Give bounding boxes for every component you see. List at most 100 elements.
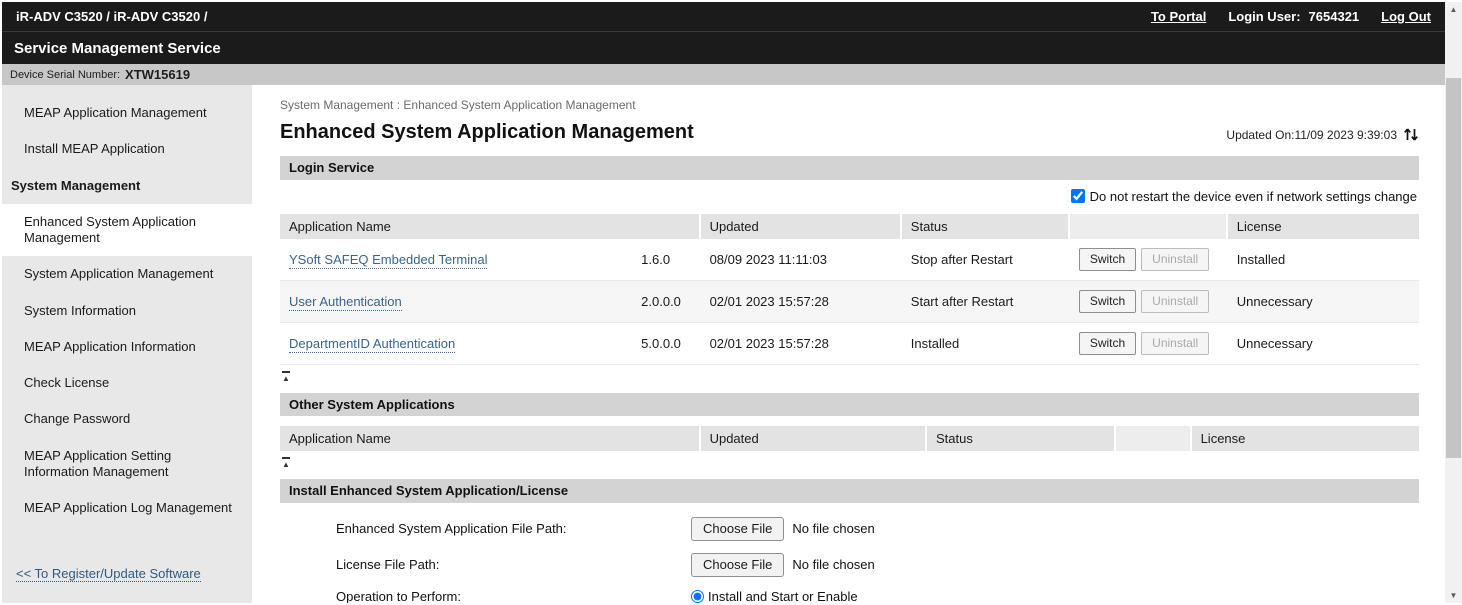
logout-link[interactable]: Log Out [1381, 9, 1431, 24]
choose-file-button[interactable]: Choose File [691, 517, 784, 541]
refresh-icon[interactable] [1403, 127, 1419, 142]
sidebar-item-check-license[interactable]: Check License [2, 365, 252, 401]
install-and-start-label: Install and Start or Enable [708, 589, 858, 603]
column-header-status: Status [927, 426, 1116, 451]
no-file-chosen-text: No file chosen [792, 557, 874, 572]
uninstall-button[interactable]: Uninstall [1141, 332, 1209, 355]
sidebar-item-install-meap-application[interactable]: Install MEAP Application [2, 131, 252, 167]
no-restart-checkbox-label: Do not restart the device even if networ… [1090, 189, 1417, 204]
license-file-path-row: License File Path: Choose File No file c… [336, 553, 1419, 577]
login-service-table-header: Application Name Updated Status License [280, 214, 1419, 239]
service-title: Service Management Service [14, 40, 221, 57]
license-file-path-label: License File Path: [336, 557, 691, 572]
operation-radio-group: Install and Start or Enable Only Install [691, 589, 858, 603]
sidebar-item-meap-application-management[interactable]: MEAP Application Management [2, 95, 252, 131]
updated-on-wrap: Updated On:11/09 2023 9:39:03 [1226, 127, 1419, 144]
app-status: Start after Restart [902, 281, 1070, 323]
column-header-updated: Updated [701, 426, 927, 451]
install-and-start-radio[interactable] [691, 590, 704, 603]
other-apps-table-header: Application Name Updated Status License [280, 426, 1419, 451]
column-header-license: License [1192, 426, 1419, 451]
scrollbar-thumb[interactable] [1446, 78, 1461, 458]
app-updated: 02/01 2023 15:57:28 [701, 323, 902, 365]
login-service-section-header: Login Service [280, 156, 1419, 180]
operation-option-install-start: Install and Start or Enable [691, 589, 858, 603]
login-user-label: Login User: [1228, 9, 1300, 24]
column-header-actions [1116, 426, 1191, 451]
app-link-user-authentication[interactable]: User Authentication [289, 294, 402, 311]
sidebar-item-change-password[interactable]: Change Password [2, 401, 252, 437]
layout: MEAP Application Management Install MEAP… [2, 85, 1445, 603]
sidebar: MEAP Application Management Install MEAP… [2, 85, 252, 603]
app-file-input: Choose File No file chosen [691, 517, 875, 541]
app-link-departmentid-authentication[interactable]: DepartmentID Authentication [289, 336, 455, 353]
app-updated: 08/09 2023 11:11:03 [701, 239, 902, 281]
no-restart-checkbox[interactable] [1071, 189, 1085, 203]
serial-label: Device Serial Number: [10, 69, 120, 81]
app-version: 5.0.0.0 [632, 323, 700, 365]
device-path: iR-ADV C3520 / iR-ADV C3520 / [16, 9, 207, 24]
register-update-software-row: << To Register/Update Software [2, 556, 252, 591]
license-file-input: Choose File No file chosen [691, 553, 875, 577]
column-header-updated: Updated [701, 214, 902, 239]
install-form: Enhanced System Application File Path: C… [280, 503, 1419, 603]
login-user: Login User: 7654321 [1228, 9, 1359, 24]
uninstall-button[interactable]: Uninstall [1141, 248, 1209, 271]
column-header-license: License [1228, 214, 1419, 239]
sidebar-item-meap-application-log-management[interactable]: MEAP Application Log Management [2, 490, 252, 526]
sidebar-item-meap-application-information[interactable]: MEAP Application Information [2, 329, 252, 365]
scrollbar-up-arrow[interactable]: ▲ [1445, 2, 1462, 17]
app-status: Stop after Restart [902, 239, 1070, 281]
no-file-chosen-text: No file chosen [792, 521, 874, 536]
switch-button[interactable]: Switch [1079, 332, 1136, 355]
app-file-path-label: Enhanced System Application File Path: [336, 521, 691, 536]
to-portal-link[interactable]: To Portal [1151, 9, 1206, 24]
app-version: 2.0.0.0 [632, 281, 700, 323]
page: iR-ADV C3520 / iR-ADV C3520 / To Portal … [0, 0, 1462, 605]
app-file-path-row: Enhanced System Application File Path: C… [336, 517, 1419, 541]
switch-button[interactable]: Switch [1079, 290, 1136, 313]
sidebar-item-enhanced-system-application-management[interactable]: Enhanced System Application Management [2, 204, 252, 257]
scroll-to-top-icon[interactable]: ▲ [282, 371, 290, 383]
service-title-bar: Service Management Service [2, 31, 1445, 64]
scroll-to-top-icon[interactable]: ▲ [282, 457, 290, 469]
column-header-status: Status [902, 214, 1070, 239]
top-bar-right: To Portal Login User: 7654321 Log Out [1151, 9, 1431, 24]
column-header-application-name: Application Name [280, 214, 701, 239]
app-license: Unnecessary [1228, 281, 1419, 323]
sidebar-item-system-application-management[interactable]: System Application Management [2, 256, 252, 292]
no-restart-checkbox-row: Do not restart the device even if networ… [280, 189, 1417, 204]
operation-to-perform-label: Operation to Perform: [336, 589, 691, 603]
sidebar-item-system-information[interactable]: System Information [2, 293, 252, 329]
serial-bar: Device Serial Number: XTW15619 [2, 64, 1445, 85]
sidebar-item-meap-application-setting-information-management[interactable]: MEAP Application Setting Information Man… [2, 438, 252, 491]
operation-to-perform-row: Operation to Perform: Install and Start … [336, 589, 1419, 603]
table-row: DepartmentID Authentication 5.0.0.0 02/0… [280, 323, 1419, 365]
scrollbar-down-arrow[interactable]: ▼ [1445, 588, 1462, 603]
serial-value: XTW15619 [125, 67, 190, 82]
choose-file-button[interactable]: Choose File [691, 553, 784, 577]
app-version: 1.6.0 [632, 239, 700, 281]
table-row: YSoft SAFEQ Embedded Terminal 1.6.0 08/0… [280, 239, 1419, 281]
column-header-actions [1070, 214, 1228, 239]
title-row: Enhanced System Application Management U… [280, 121, 1419, 144]
breadcrumb: System Management : Enhanced System Appl… [280, 98, 1419, 112]
other-system-applications-table: Application Name Updated Status License [280, 426, 1419, 451]
table-row: User Authentication 2.0.0.0 02/01 2023 1… [280, 281, 1419, 323]
vertical-scrollbar[interactable]: ▲ ▼ [1445, 2, 1462, 603]
uninstall-button[interactable]: Uninstall [1141, 290, 1209, 313]
app-link-ysoft-safeq[interactable]: YSoft SAFEQ Embedded Terminal [289, 252, 487, 269]
register-update-software-link[interactable]: << To Register/Update Software [16, 566, 201, 582]
app-status: Installed [902, 323, 1070, 365]
other-system-applications-section-header: Other System Applications [280, 393, 1419, 417]
app-updated: 02/01 2023 15:57:28 [701, 281, 902, 323]
top-bar: iR-ADV C3520 / iR-ADV C3520 / To Portal … [2, 2, 1445, 31]
switch-button[interactable]: Switch [1079, 248, 1136, 271]
page-main: iR-ADV C3520 / iR-ADV C3520 / To Portal … [2, 2, 1445, 603]
app-license: Unnecessary [1228, 323, 1419, 365]
main-content: System Management : Enhanced System Appl… [252, 85, 1445, 603]
login-user-value: 7654321 [1309, 9, 1360, 24]
updated-on-text: Updated On:11/09 2023 9:39:03 [1226, 128, 1397, 142]
install-section-header: Install Enhanced System Application/Lice… [280, 479, 1419, 503]
page-title: Enhanced System Application Management [280, 121, 694, 144]
